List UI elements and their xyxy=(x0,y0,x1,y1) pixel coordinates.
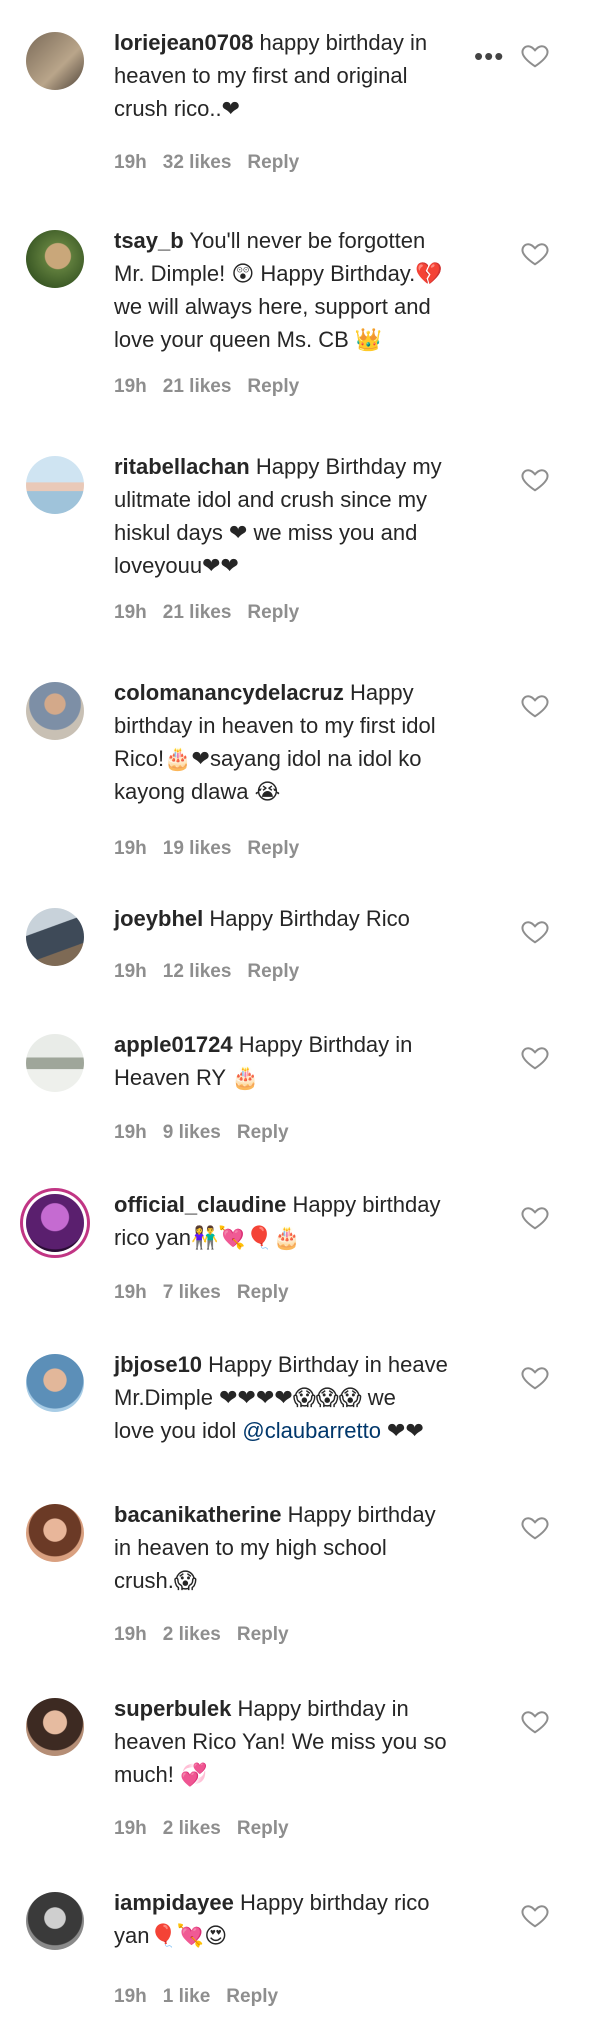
comment-time: 19h xyxy=(114,1986,147,2007)
comment-body: tsay_b You'll never be forgotten Mr. Dim… xyxy=(114,224,498,356)
comment-body: ritabellachan Happy Birthday my ulitmate… xyxy=(114,450,498,582)
avatar[interactable] xyxy=(26,1698,84,1756)
comment-meta: 19h 21 likes Reply xyxy=(114,602,299,624)
reply-button[interactable]: Reply xyxy=(237,1624,289,1646)
avatar[interactable] xyxy=(26,908,84,966)
comment-username[interactable]: superbulek xyxy=(114,1696,231,1721)
heart-outline-icon[interactable] xyxy=(520,1900,550,1930)
comment-username[interactable]: colomanancydelacruz xyxy=(114,680,344,705)
avatar[interactable] xyxy=(26,682,84,740)
reply-button[interactable]: Reply xyxy=(237,1282,289,1304)
comment-likes[interactable]: 1 like xyxy=(163,1986,211,2008)
avatar[interactable] xyxy=(26,1354,84,1412)
comment-likes[interactable]: 21 likes xyxy=(163,602,232,624)
comment-meta: 19h 19 likes Reply xyxy=(114,838,299,860)
comment-username[interactable]: iampidayee xyxy=(114,1890,234,1915)
reply-button[interactable]: Reply xyxy=(247,838,299,860)
comment-meta: 19h 21 likes Reply xyxy=(114,376,299,398)
comment-body: bacanikatherine Happy birthday in heaven… xyxy=(114,1498,498,1597)
comment-text: Happy Birthday Rico xyxy=(203,906,410,931)
comment-username[interactable]: ritabellachan xyxy=(114,454,250,479)
comment-meta: 19h 1 like Reply xyxy=(114,1986,278,2008)
comment-meta: 19h 7 likes Reply xyxy=(114,1282,289,1304)
heart-outline-icon[interactable] xyxy=(520,1706,550,1736)
heart-outline-icon[interactable] xyxy=(520,1202,550,1232)
comment-username[interactable]: bacanikatherine xyxy=(114,1502,282,1527)
avatar[interactable] xyxy=(26,32,84,90)
comment-likes[interactable]: 7 likes xyxy=(163,1282,221,1304)
comment-body: apple01724 Happy Birthday in Heaven RY 🎂 xyxy=(114,1028,498,1094)
avatar[interactable] xyxy=(26,1892,84,1950)
comment-likes[interactable]: 12 likes xyxy=(163,961,232,983)
comment-text: ❤❤ xyxy=(380,1418,424,1443)
avatar[interactable] xyxy=(26,1034,84,1092)
heart-outline-icon[interactable] xyxy=(520,40,550,70)
comment-likes[interactable]: 32 likes xyxy=(163,152,232,174)
comment-time: 19h xyxy=(114,376,147,397)
heart-outline-icon[interactable] xyxy=(520,464,550,494)
comment-body: iampidayee Happy birthday rico yan🎈💘😍 xyxy=(114,1886,498,1952)
comment-meta: 19h 2 likes Reply xyxy=(114,1818,289,1840)
comment-likes[interactable]: 19 likes xyxy=(163,838,232,860)
comment-time: 19h xyxy=(114,838,147,859)
heart-outline-icon[interactable] xyxy=(520,238,550,268)
heart-outline-icon[interactable] xyxy=(520,1362,550,1392)
comment-body: loriejean0708 happy birthday in heaven t… xyxy=(114,26,498,125)
comment-body: jbjose10 Happy Birthday in heave Mr.Dimp… xyxy=(114,1348,498,1447)
comments-list: loriejean0708 happy birthday in heaven t… xyxy=(0,0,600,2030)
comment-meta: 19h 2 likes Reply xyxy=(114,1624,289,1646)
comment-meta: 19h 9 likes Reply xyxy=(114,1122,289,1144)
comment-time: 19h xyxy=(114,1818,147,1839)
comment-body: joeybhel Happy Birthday Rico xyxy=(114,902,498,935)
comment-meta: 19h 32 likes Reply xyxy=(114,152,299,174)
comment-time: 19h xyxy=(114,1282,147,1303)
avatar[interactable] xyxy=(26,1504,84,1562)
comment-username[interactable]: official_claudine xyxy=(114,1192,286,1217)
heart-outline-icon[interactable] xyxy=(520,1512,550,1542)
comment-body: superbulek Happy birthday in heaven Rico… xyxy=(114,1692,498,1791)
comment-username[interactable]: apple01724 xyxy=(114,1032,233,1057)
comment-time: 19h xyxy=(114,602,147,623)
more-options-icon[interactable]: ••• xyxy=(474,43,504,69)
reply-button[interactable]: Reply xyxy=(237,1818,289,1840)
comment-likes[interactable]: 2 likes xyxy=(163,1624,221,1646)
comment-body: official_claudine Happy birthday rico ya… xyxy=(114,1188,498,1254)
comment-body: colomanancydelacruz Happy birthday in he… xyxy=(114,676,498,808)
comment-likes[interactable]: 2 likes xyxy=(163,1818,221,1840)
reply-button[interactable]: Reply xyxy=(247,376,299,398)
comment-time: 19h xyxy=(114,152,147,173)
avatar[interactable] xyxy=(26,1194,84,1252)
reply-button[interactable]: Reply xyxy=(247,961,299,983)
reply-button[interactable]: Reply xyxy=(237,1122,289,1144)
heart-outline-icon[interactable] xyxy=(520,690,550,720)
reply-button[interactable]: Reply xyxy=(247,602,299,624)
comment-username[interactable]: loriejean0708 xyxy=(114,30,253,55)
comment-username[interactable]: joeybhel xyxy=(114,906,203,931)
avatar[interactable] xyxy=(26,230,84,288)
comment-meta: 19h 12 likes Reply xyxy=(114,961,299,983)
comment-username[interactable]: jbjose10 xyxy=(114,1352,202,1377)
mention-link[interactable]: @claubarretto xyxy=(242,1418,381,1443)
heart-outline-icon[interactable] xyxy=(520,916,550,946)
comment-likes[interactable]: 9 likes xyxy=(163,1122,221,1144)
comment-likes[interactable]: 21 likes xyxy=(163,376,232,398)
comment-time: 19h xyxy=(114,1624,147,1645)
avatar[interactable] xyxy=(26,456,84,514)
reply-button[interactable]: Reply xyxy=(247,152,299,174)
reply-button[interactable]: Reply xyxy=(226,1986,278,2008)
heart-outline-icon[interactable] xyxy=(520,1042,550,1072)
comment-time: 19h xyxy=(114,961,147,982)
comment-username[interactable]: tsay_b xyxy=(114,228,184,253)
comment-time: 19h xyxy=(114,1122,147,1143)
